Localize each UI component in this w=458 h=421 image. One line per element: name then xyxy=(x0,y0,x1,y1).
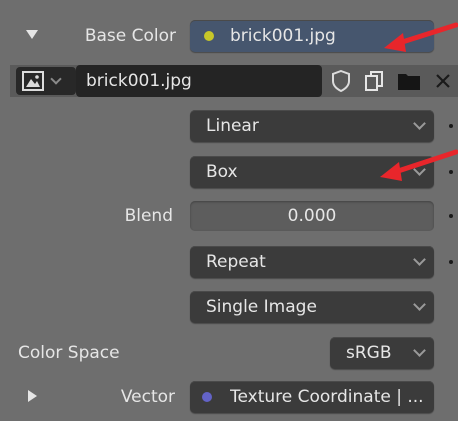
fake-user-button[interactable] xyxy=(326,65,356,97)
extension-value: Repeat xyxy=(206,252,266,272)
chevron-down-icon xyxy=(413,117,426,130)
extension-dropdown[interactable]: Repeat xyxy=(190,246,434,278)
interpolation-value: Linear xyxy=(206,116,259,136)
duplicate-image-button[interactable] xyxy=(358,65,390,97)
interpolation-dropdown[interactable]: Linear xyxy=(190,110,434,142)
color-space-value: sRGB xyxy=(346,343,392,363)
source-dropdown[interactable]: Single Image xyxy=(190,291,434,323)
image-browse-button[interactable] xyxy=(16,67,76,95)
vector-label: Vector xyxy=(120,387,175,407)
color-space-dropdown[interactable]: sRGB xyxy=(330,337,434,369)
blend-label: Blend xyxy=(124,206,173,226)
annotation-arrow xyxy=(380,148,458,186)
keyframe-dot[interactable] xyxy=(449,214,453,218)
unlink-image-button[interactable] xyxy=(428,65,458,97)
open-image-button[interactable] xyxy=(392,65,426,97)
shield-icon xyxy=(331,70,351,92)
image-icon xyxy=(22,71,44,91)
source-value: Single Image xyxy=(206,297,317,317)
vector-value: Texture Coordinate | ... xyxy=(230,387,424,407)
vector-socket-icon xyxy=(202,392,212,402)
close-icon xyxy=(435,73,451,89)
blend-value: 0.000 xyxy=(287,206,337,226)
image-name-field[interactable]: brick001.jpg xyxy=(76,65,322,97)
chevron-down-icon xyxy=(50,72,62,85)
keyframe-dot[interactable] xyxy=(449,260,453,264)
vector-expand-icon[interactable] xyxy=(28,390,38,402)
vector-field[interactable]: Texture Coordinate | ... xyxy=(190,381,434,413)
base-color-label: Base Color xyxy=(84,26,176,46)
chevron-down-icon xyxy=(413,253,426,266)
blend-field[interactable]: 0.000 xyxy=(190,201,434,231)
image-name-value: brick001.jpg xyxy=(86,71,192,91)
annotation-arrow xyxy=(384,20,458,56)
color-space-label: Color Space xyxy=(18,343,120,363)
folder-icon xyxy=(397,71,421,91)
keyframe-dot[interactable] xyxy=(449,124,453,128)
chevron-down-icon xyxy=(413,298,426,311)
chevron-down-icon xyxy=(413,344,426,357)
color-socket-icon xyxy=(204,31,214,41)
duplicate-icon xyxy=(364,70,384,92)
base-color-expand-icon[interactable] xyxy=(26,30,38,40)
